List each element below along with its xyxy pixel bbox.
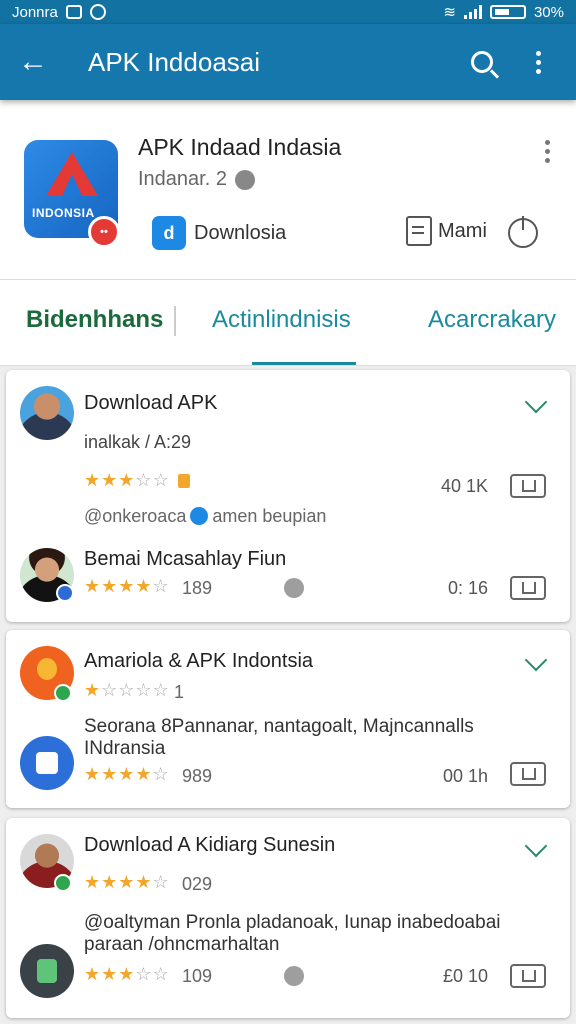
folder-icon[interactable] [510, 474, 546, 498]
folder-icon[interactable] [510, 762, 546, 786]
info-icon [234, 169, 255, 190]
search-icon [471, 51, 493, 73]
tab-2[interactable]: Actinlindnisis [212, 306, 351, 334]
list-item[interactable]: Download A Kidiarg Sunesin ★★★★☆ 029 @oa… [6, 818, 570, 1018]
download-count: 00 1h [442, 766, 488, 786]
item-title: Download APK [84, 392, 218, 414]
handle-text: @onkeroaca [84, 506, 187, 526]
list-item[interactable]: Download APK inalkak / A:29 ★★★☆☆ 40 1K … [6, 370, 570, 622]
handle-suffix: amen beupian [212, 506, 327, 526]
download-count: 0: 16 [447, 578, 488, 598]
battery-level: 30% [533, 3, 564, 21]
verified-icon [190, 507, 209, 525]
power-icon[interactable] [508, 216, 538, 248]
review-count: 1 [174, 682, 185, 702]
status-bar: Jonnra ≋ 30% [0, 0, 576, 24]
list-item[interactable]: Amariola & APK Indontsia ★☆☆☆☆ 1 Seorana… [6, 630, 570, 808]
rating-stars: ★★★★☆ [84, 764, 170, 784]
app-subtitle: Indanar. 2 [138, 168, 255, 191]
tab-3[interactable]: Acarcrakary [428, 306, 556, 334]
folder-icon[interactable] [510, 964, 546, 988]
review-count: 029 [182, 874, 213, 894]
folder-icon[interactable] [510, 576, 546, 600]
signal-icon [463, 5, 482, 19]
review-count: 989 [182, 766, 213, 786]
avatar [20, 736, 74, 790]
app-version: Indanar. 2 [138, 168, 227, 190]
download-count: £0 10 [442, 966, 488, 986]
lock-icon [178, 474, 190, 488]
info-icon [284, 578, 304, 598]
avatar [20, 386, 74, 440]
overflow-menu-button[interactable] [518, 42, 558, 82]
tab-bar: Bidenhhans Actinlindnisis Acarcrakary [0, 280, 576, 366]
avatar [20, 944, 74, 998]
sync-icon [89, 4, 106, 20]
review-count: 109 [182, 966, 213, 986]
logo-badge-icon: •• [88, 216, 120, 248]
message-icon [406, 216, 432, 246]
item-title: Download A Kidiarg Sunesin [84, 834, 336, 856]
verified-badge-icon [56, 584, 74, 602]
download-count: 40 1K [440, 476, 488, 496]
menu-label: Mami [438, 219, 487, 242]
item-meta: inalkak / A:29 [84, 432, 192, 452]
verified-badge-icon [54, 684, 72, 702]
app-bar-title: APK Inddoasai [88, 46, 261, 77]
carrier-label: Jonnra [12, 3, 58, 21]
more-vert-icon [535, 50, 541, 74]
rating-stars: ★☆☆☆☆ [84, 680, 170, 700]
chevron-down-icon[interactable] [524, 648, 548, 672]
app-name: APK Indaad Indasia [138, 134, 342, 160]
logo-text: INDONSIA [32, 206, 95, 220]
chevron-down-icon[interactable] [524, 834, 548, 858]
back-arrow-icon[interactable]: ← [18, 45, 58, 79]
second-title: Bemai Mcasahlay Fiun [84, 548, 287, 570]
download-icon: d [152, 216, 186, 250]
app-bar: ← APK Inddoasai [0, 24, 576, 100]
notification-icon [65, 5, 82, 19]
chevron-down-icon[interactable] [524, 390, 548, 414]
rating-stars: ★★★☆☆ [84, 964, 170, 984]
app-header: INDONSIA APK Indaad Indasia Indanar. 2 d… [0, 100, 576, 280]
item-body: @oaltyman Pronla pladanoak, Iunap inabed… [84, 912, 501, 955]
rating-stars: ★★★★☆ [84, 872, 170, 892]
rating-stars: ★★★★☆ [84, 576, 170, 596]
tab-1[interactable]: Bidenhhans [26, 306, 163, 334]
search-button[interactable] [462, 42, 502, 82]
rating-stars: ★★★☆☆ [84, 470, 170, 490]
info-icon [284, 966, 304, 986]
item-body: Seorana 8Pannanar, nantagoalt, Majncanna… [84, 716, 474, 759]
item-title: Amariola & APK Indontsia [84, 650, 314, 672]
review-count: 189 [182, 578, 213, 598]
tab-divider [174, 306, 176, 336]
handle-line: @onkeroaca amen beupian [84, 506, 326, 527]
menu-button[interactable]: Mami [406, 216, 487, 246]
more-vert-icon [545, 140, 550, 163]
download-button[interactable]: d Downlosia [152, 216, 286, 250]
download-label: Downlosia [194, 221, 287, 244]
active-tab-indicator [252, 362, 356, 365]
app-more-button[interactable] [545, 140, 550, 163]
battery-icon [489, 5, 526, 19]
wifi-icon: ≋ [443, 4, 456, 21]
verified-badge-icon [54, 874, 72, 892]
